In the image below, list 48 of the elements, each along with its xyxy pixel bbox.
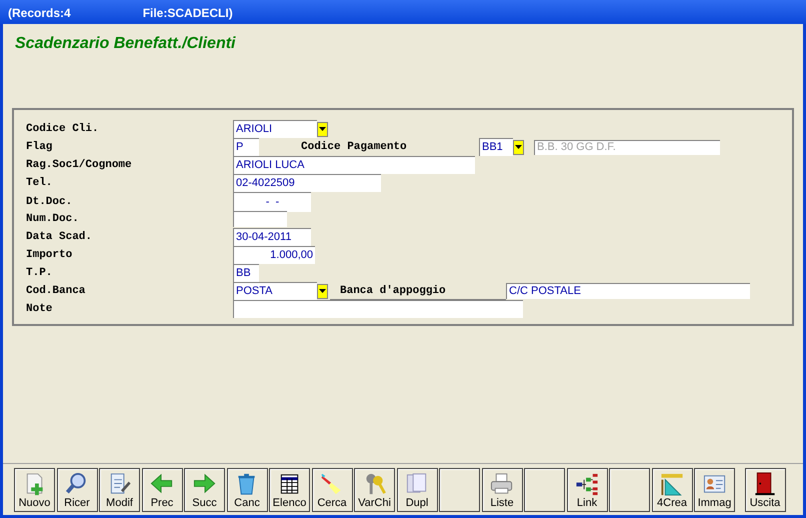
input-field[interactable]: 02-4022509 [233,174,381,192]
field-label: Num.Doc. [26,212,80,227]
input-field[interactable]: POSTA [233,282,317,300]
input-field[interactable]: ARIOLI LUCA [233,156,475,174]
form-title: Scadenzario Benefatt./Clienti [15,35,236,52]
field-label: Codice Cli. [26,122,100,137]
input-field[interactable]: 1.000,00 [233,246,315,264]
toolbar-button[interactable]: Ricer [56,468,98,512]
toolbar-button[interactable]: Link [566,468,608,512]
window-title: File:SCADECLI) [142,5,233,22]
field-label: Dt.Doc. [26,194,74,210]
window-title: (Records:4 [8,5,71,22]
input-field[interactable] [233,211,287,227]
toolbar-button[interactable]: Modif [99,468,140,512]
input-field[interactable]: BB [233,264,259,282]
toolbar-button[interactable] [609,468,650,512]
field-label: Rag.Soc1/Cognome [26,158,133,173]
set-square-icon [659,472,685,496]
toolbar-button[interactable]: Dupl [396,468,438,512]
toolbar-button[interactable]: Canc [226,468,268,512]
field-label: Data Scad. [26,230,94,245]
printer-icon [489,472,515,496]
toolbar-button[interactable]: Uscita [744,468,786,512]
input-field[interactable]: ARIOLI [233,120,317,138]
toolbar-button[interactable] [439,468,480,512]
toolbar-button[interactable]: 4Crea [652,468,692,512]
field-label: Importo [26,248,74,263]
toolbar-button[interactable]: Cerca [312,468,352,512]
input-field[interactable]: P [233,138,259,156]
input-field[interactable]: 30-04-2011 [233,228,311,246]
toolbar-button[interactable] [524,468,565,512]
field-label: Codice Pagamento [301,140,408,155]
input-field[interactable]: C/C POSTALE [506,283,750,299]
tree-diagram-icon [574,472,600,496]
toolbar-button[interactable]: Liste [482,468,522,512]
toolbar-button[interactable]: Elenco [269,468,310,512]
field-label: Note [26,302,54,317]
toolbar-button[interactable]: Nuovo [14,468,55,512]
toolbar-button[interactable]: Succ [184,468,225,512]
input-field[interactable] [233,300,523,318]
field-label: T.P. [26,266,54,281]
field-label: Flag [26,140,54,155]
input-field[interactable]: - - [233,192,311,212]
toolbar-button[interactable]: VarChi [354,468,395,512]
field-label: Cod.Banca [26,284,86,299]
field-label: Tel. [26,176,54,191]
toolbar-button[interactable]: Prec [142,468,182,512]
toolbar-button[interactable]: Immag [694,468,735,512]
